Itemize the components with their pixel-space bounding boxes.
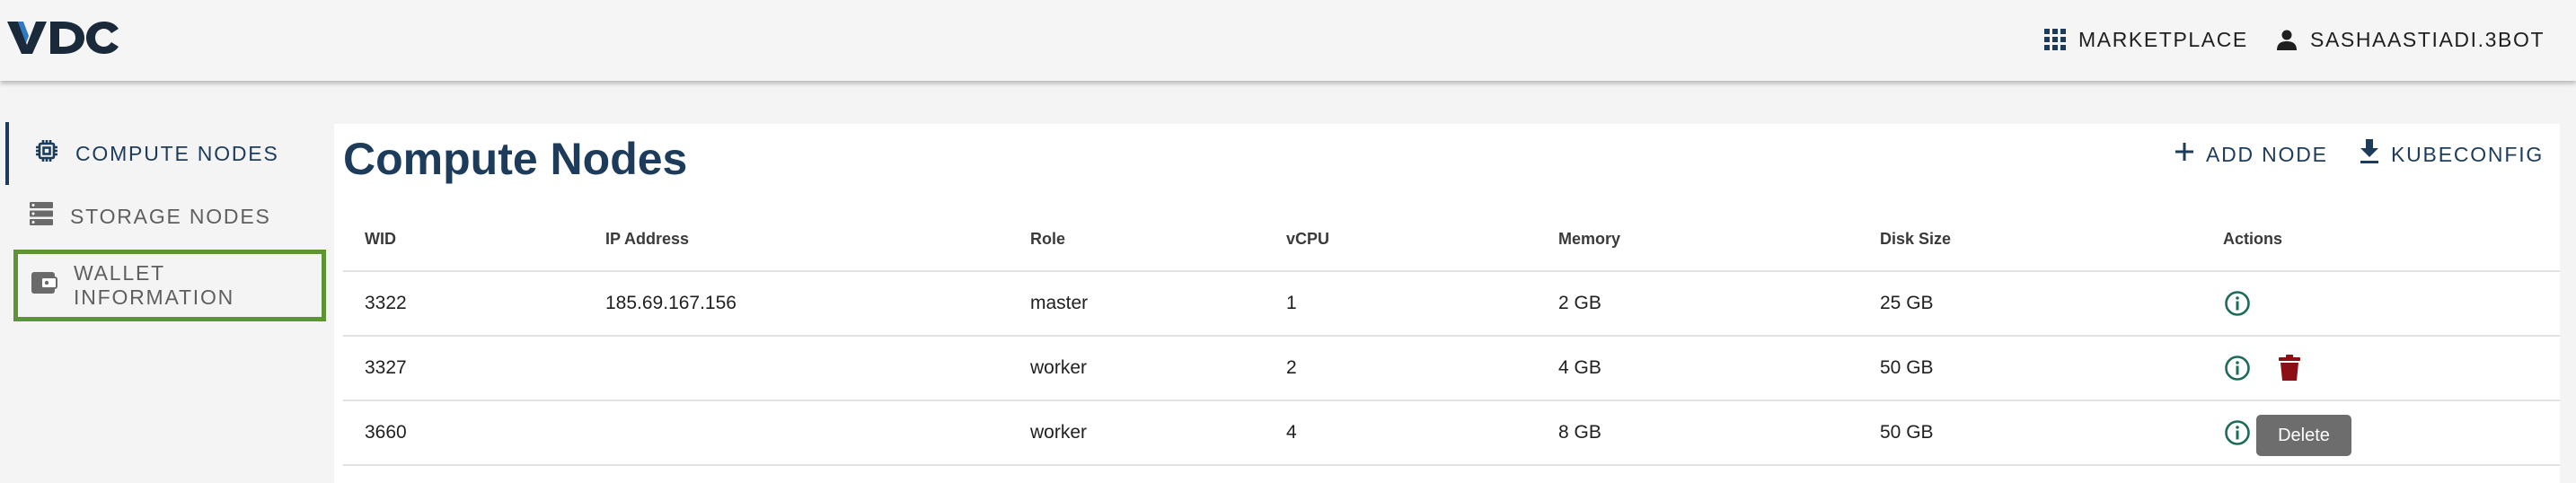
cell-ip-address (584, 336, 1009, 401)
cpu-icon (34, 138, 59, 169)
vdc-logo[interactable] (5, 18, 120, 57)
column-header[interactable]: vCPU (1265, 208, 1537, 272)
cell-vcpu: 2 (1265, 336, 1537, 401)
cell-disk-size: 50 GB (1858, 336, 2201, 401)
main-content-card: Compute Nodes ADD NODE KUBECONFIG WID IP… (334, 124, 2560, 483)
cell-disk-size: 50 GB (1858, 400, 2201, 466)
info-icon[interactable] (2223, 418, 2252, 447)
marketplace-label: MARKETPLACE (2078, 27, 2248, 51)
delete-tooltip: Delete (2256, 415, 2351, 456)
apps-grid-icon (2044, 29, 2066, 50)
cell-vcpu: 4 (1265, 400, 1537, 466)
cell-memory: 2 GB (1537, 271, 1858, 337)
cell-role: worker (1009, 336, 1265, 401)
cell-actions (2201, 400, 2560, 466)
cell-memory: 8 GB (1537, 400, 1858, 466)
compute-nodes-table: WID IP Address Role vCPU Memory Disk Siz… (343, 208, 2560, 466)
table-row: 3327 worker 2 4 GB 50 GB (343, 336, 2560, 401)
column-header[interactable]: Memory (1537, 208, 1858, 272)
table-row: 3660 worker 4 8 GB 50 GB (343, 400, 2560, 466)
kubeconfig-button[interactable]: KUBECONFIG (2359, 135, 2544, 174)
column-header[interactable]: IP Address (584, 208, 1009, 272)
sidebar-item-label: COMPUTE NODES (75, 141, 279, 165)
kubeconfig-label: KUBECONFIG (2391, 142, 2545, 166)
cell-disk-size: 25 GB (1858, 271, 2201, 337)
user-name-label: SASHAASTIADI.3BOT (2310, 27, 2545, 51)
sidebar-item-label: WALLET INFORMATION (74, 261, 235, 309)
info-icon[interactable] (2223, 354, 2252, 382)
storage-icon (29, 201, 54, 232)
column-header[interactable]: WID (343, 208, 584, 272)
add-node-label: ADD NODE (2206, 142, 2328, 166)
wallet-icon (31, 270, 57, 301)
sidebar-item-wallet-information[interactable]: WALLET INFORMATION (13, 250, 326, 321)
cell-vcpu: 1 (1265, 271, 1537, 337)
page-title: Compute Nodes (343, 134, 688, 184)
cell-wid: 3660 (343, 400, 584, 466)
top-app-bar: MARKETPLACE SASHAASTIADI.3BOT (0, 0, 2576, 81)
cell-actions (2201, 271, 2560, 337)
sidebar-item-compute-nodes[interactable]: COMPUTE NODES (5, 122, 325, 185)
cell-wid: 3327 (343, 336, 584, 401)
plus-icon (2174, 141, 2195, 168)
person-icon (2276, 29, 2298, 50)
column-header[interactable]: Disk Size (1858, 208, 2201, 272)
table-row: 3322 185.69.167.156 master 1 2 GB 25 GB (343, 271, 2560, 337)
cell-role: worker (1009, 400, 1265, 466)
column-header: Actions (2201, 208, 2560, 272)
column-header[interactable]: Role (1009, 208, 1265, 272)
info-icon[interactable] (2223, 289, 2252, 318)
table-header-row: WID IP Address Role vCPU Memory Disk Siz… (343, 208, 2560, 272)
cell-ip-address: 185.69.167.156 (584, 271, 1009, 337)
delete-icon[interactable] (2275, 354, 2304, 382)
cell-actions (2201, 336, 2560, 401)
sidebar-item-label: STORAGE NODES (70, 204, 271, 228)
marketplace-button[interactable]: MARKETPLACE (2044, 23, 2248, 56)
sidebar-item-storage-nodes[interactable]: STORAGE NODES (5, 185, 325, 248)
cell-memory: 4 GB (1537, 336, 1858, 401)
add-node-button[interactable]: ADD NODE (2174, 135, 2328, 174)
cell-ip-address (584, 400, 1009, 466)
cell-wid: 3322 (343, 271, 584, 337)
cell-role: master (1009, 271, 1265, 337)
download-icon (2359, 139, 2380, 170)
user-menu-button[interactable]: SASHAASTIADI.3BOT (2276, 23, 2545, 56)
